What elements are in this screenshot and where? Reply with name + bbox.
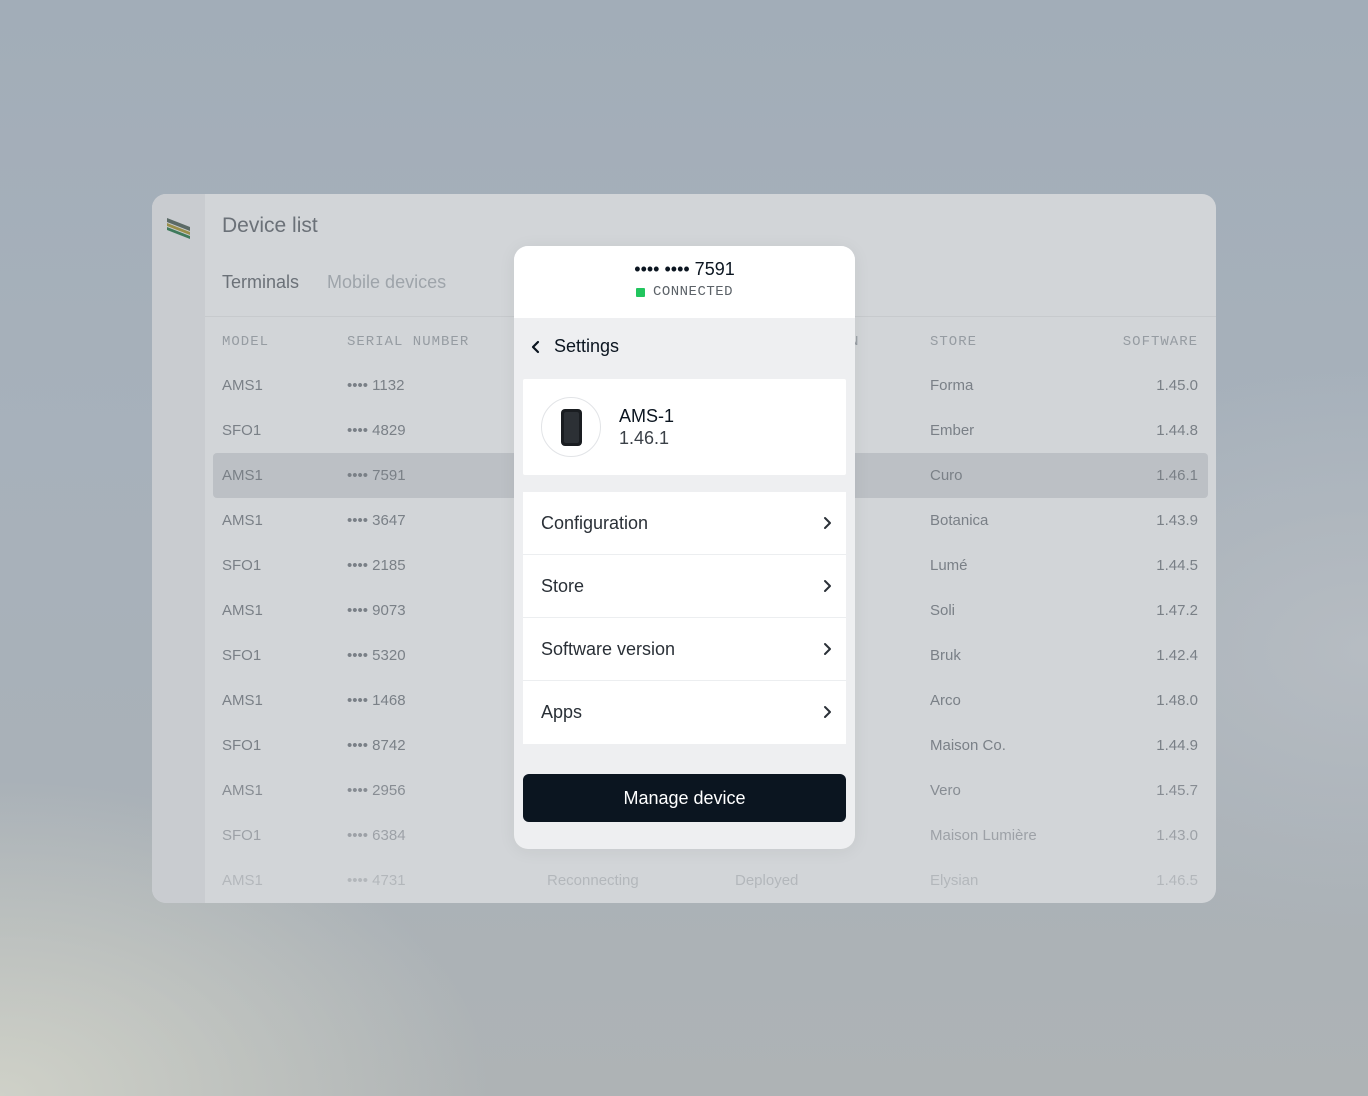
cell-software: 1.47.2 <box>1156 602 1198 619</box>
cell-store: Botanica <box>930 512 989 529</box>
cell-model: AMS1 <box>222 467 263 484</box>
cell-deployment: Deployed <box>735 872 799 889</box>
chevron-right-icon <box>824 643 831 655</box>
terminal-device-icon <box>541 397 601 457</box>
table-row[interactable]: AMS1 •••• 4731 Reconnecting Deployed Elysian… <box>205 858 1216 903</box>
menu-item-label: Software version <box>541 638 676 659</box>
cell-serial: •••• 1468 <box>347 692 406 709</box>
cell-serial: •••• 1132 <box>347 377 405 394</box>
cell-model: SFO1 <box>222 827 262 844</box>
column-header-model[interactable]: MODEL <box>222 334 269 350</box>
chevron-right-icon <box>824 706 831 718</box>
cell-store: Maison Co. <box>930 737 1006 754</box>
tab-mobile-devices[interactable]: Mobile devices <box>327 272 446 293</box>
cell-store: Curo <box>930 467 963 484</box>
cell-serial: •••• 3647 <box>347 512 406 529</box>
menu-item-configuration[interactable]: Configuration <box>523 492 846 555</box>
cell-model: AMS1 <box>222 872 263 889</box>
device-settings-panel: •••• •••• 7591 CONNECTED Settings AMS-1 … <box>514 246 855 849</box>
cell-serial: •••• 2185 <box>347 557 406 574</box>
menu-item-store[interactable]: Store <box>523 555 846 618</box>
cell-store: Arco <box>930 692 961 709</box>
device-version: 1.46.1 <box>619 428 670 448</box>
device-name: AMS-1 <box>619 406 675 426</box>
cell-software: 1.46.1 <box>1156 467 1198 484</box>
cell-software: 1.43.9 <box>1156 512 1198 529</box>
menu-item-apps[interactable]: Apps <box>523 681 846 744</box>
cell-serial: •••• 9073 <box>347 602 406 619</box>
cell-store: Elysian <box>930 872 979 889</box>
cell-serial: •••• 2956 <box>347 782 406 799</box>
cell-serial: •••• 8742 <box>347 737 406 754</box>
cell-serial: •••• 4731 <box>347 872 406 889</box>
cell-store: Vero <box>930 782 961 799</box>
menu-item-label: Store <box>541 575 585 596</box>
cell-model: AMS1 <box>222 377 263 394</box>
connection-status: CONNECTED <box>514 284 855 300</box>
cell-model: AMS1 <box>222 692 263 709</box>
column-header-store[interactable]: STORE <box>930 334 977 350</box>
cell-model: AMS1 <box>222 782 263 799</box>
cell-model: SFO1 <box>222 557 262 574</box>
device-summary-card: AMS-1 1.46.1 <box>523 379 846 475</box>
page-title: Device list <box>222 214 318 237</box>
cell-software: 1.48.0 <box>1156 692 1198 709</box>
cell-software: 1.46.5 <box>1156 872 1198 889</box>
tab-terminals[interactable]: Terminals <box>222 272 299 293</box>
chevron-right-icon <box>824 517 831 529</box>
cell-store: Forma <box>930 377 974 394</box>
cell-software: 1.45.0 <box>1156 377 1198 394</box>
cell-software: 1.43.0 <box>1156 827 1198 844</box>
menu-item-label: Apps <box>541 702 583 722</box>
cell-model: AMS1 <box>222 602 263 619</box>
menu-item-label: Configuration <box>541 512 649 533</box>
menu-item-software-version[interactable]: Software version <box>523 618 846 681</box>
cell-serial: •••• 6384 <box>347 827 406 844</box>
cell-serial: •••• 7591 <box>347 467 406 484</box>
cell-software: 1.42.4 <box>1156 647 1198 664</box>
cell-store: Lumé <box>930 557 968 574</box>
tab-bar: Terminals Mobile devices <box>222 272 446 293</box>
manage-device-button[interactable]: Manage device <box>523 774 846 822</box>
chevron-left-icon[interactable] <box>530 340 542 354</box>
sidebar <box>152 194 205 903</box>
cell-store: Bruk <box>930 647 961 664</box>
cell-model: SFO1 <box>222 422 262 439</box>
cell-model: SFO1 <box>222 737 262 754</box>
status-indicator-icon <box>635 287 645 297</box>
settings-title: Settings <box>554 336 620 356</box>
column-header-serial[interactable]: SERIAL NUMBER <box>347 334 469 350</box>
cell-serial: •••• 5320 <box>347 647 406 664</box>
cell-store: Ember <box>930 422 975 439</box>
settings-menu: Configuration Store Software version App… <box>523 492 846 744</box>
cell-software: 1.45.7 <box>1156 782 1198 799</box>
cell-software: 1.44.9 <box>1156 737 1198 754</box>
back-to-settings[interactable]: Settings <box>530 336 619 357</box>
app-logo-icon[interactable] <box>165 214 192 241</box>
cell-software: 1.44.8 <box>1156 422 1198 439</box>
cell-status: Reconnecting <box>547 872 639 889</box>
column-header-software[interactable]: SOFTWARE <box>1123 334 1198 350</box>
panel-header: •••• •••• 7591 CONNECTED <box>514 246 855 318</box>
chevron-right-icon <box>824 580 831 592</box>
connection-status-label: CONNECTED <box>652 284 734 300</box>
cell-software: 1.44.5 <box>1156 557 1198 574</box>
device-serial: •••• •••• 7591 <box>634 259 735 279</box>
cell-serial: •••• 4829 <box>347 422 406 439</box>
cell-store: Soli <box>930 602 956 619</box>
cell-store: Maison Lumière <box>930 827 1037 844</box>
cell-model: AMS1 <box>222 512 263 529</box>
cell-model: SFO1 <box>222 647 262 664</box>
